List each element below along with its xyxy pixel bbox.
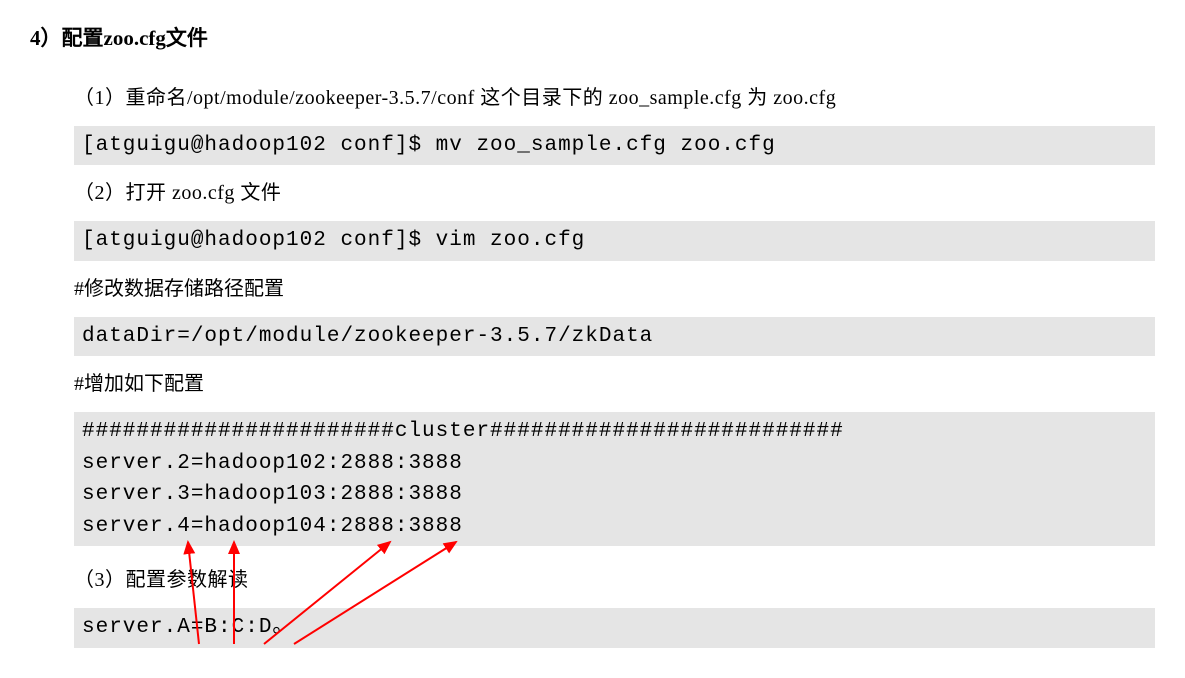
step1-command: [atguigu@hadoop102 conf]$ mv zoo_sample.… [74, 126, 1155, 166]
step3-label: （3）配置参数解读 [74, 562, 1155, 598]
comment-modify-path: #修改数据存储路径配置 [74, 271, 1155, 307]
section-heading: 4）配置zoo.cfg文件 [30, 20, 1155, 58]
comment-add-config: #增加如下配置 [74, 366, 1155, 402]
step1-label: （1）重命名/opt/module/zookeeper-3.5.7/conf 这… [74, 80, 1155, 116]
cluster-config: #######################cluster##########… [74, 412, 1155, 546]
server-format: server.A=B:C:D。 [74, 608, 1155, 648]
step2-command: [atguigu@hadoop102 conf]$ vim zoo.cfg [74, 221, 1155, 261]
content-block: （1）重命名/opt/module/zookeeper-3.5.7/conf 这… [30, 80, 1155, 648]
datadir-config: dataDir=/opt/module/zookeeper-3.5.7/zkDa… [74, 317, 1155, 357]
step2-label: （2）打开 zoo.cfg 文件 [74, 175, 1155, 211]
